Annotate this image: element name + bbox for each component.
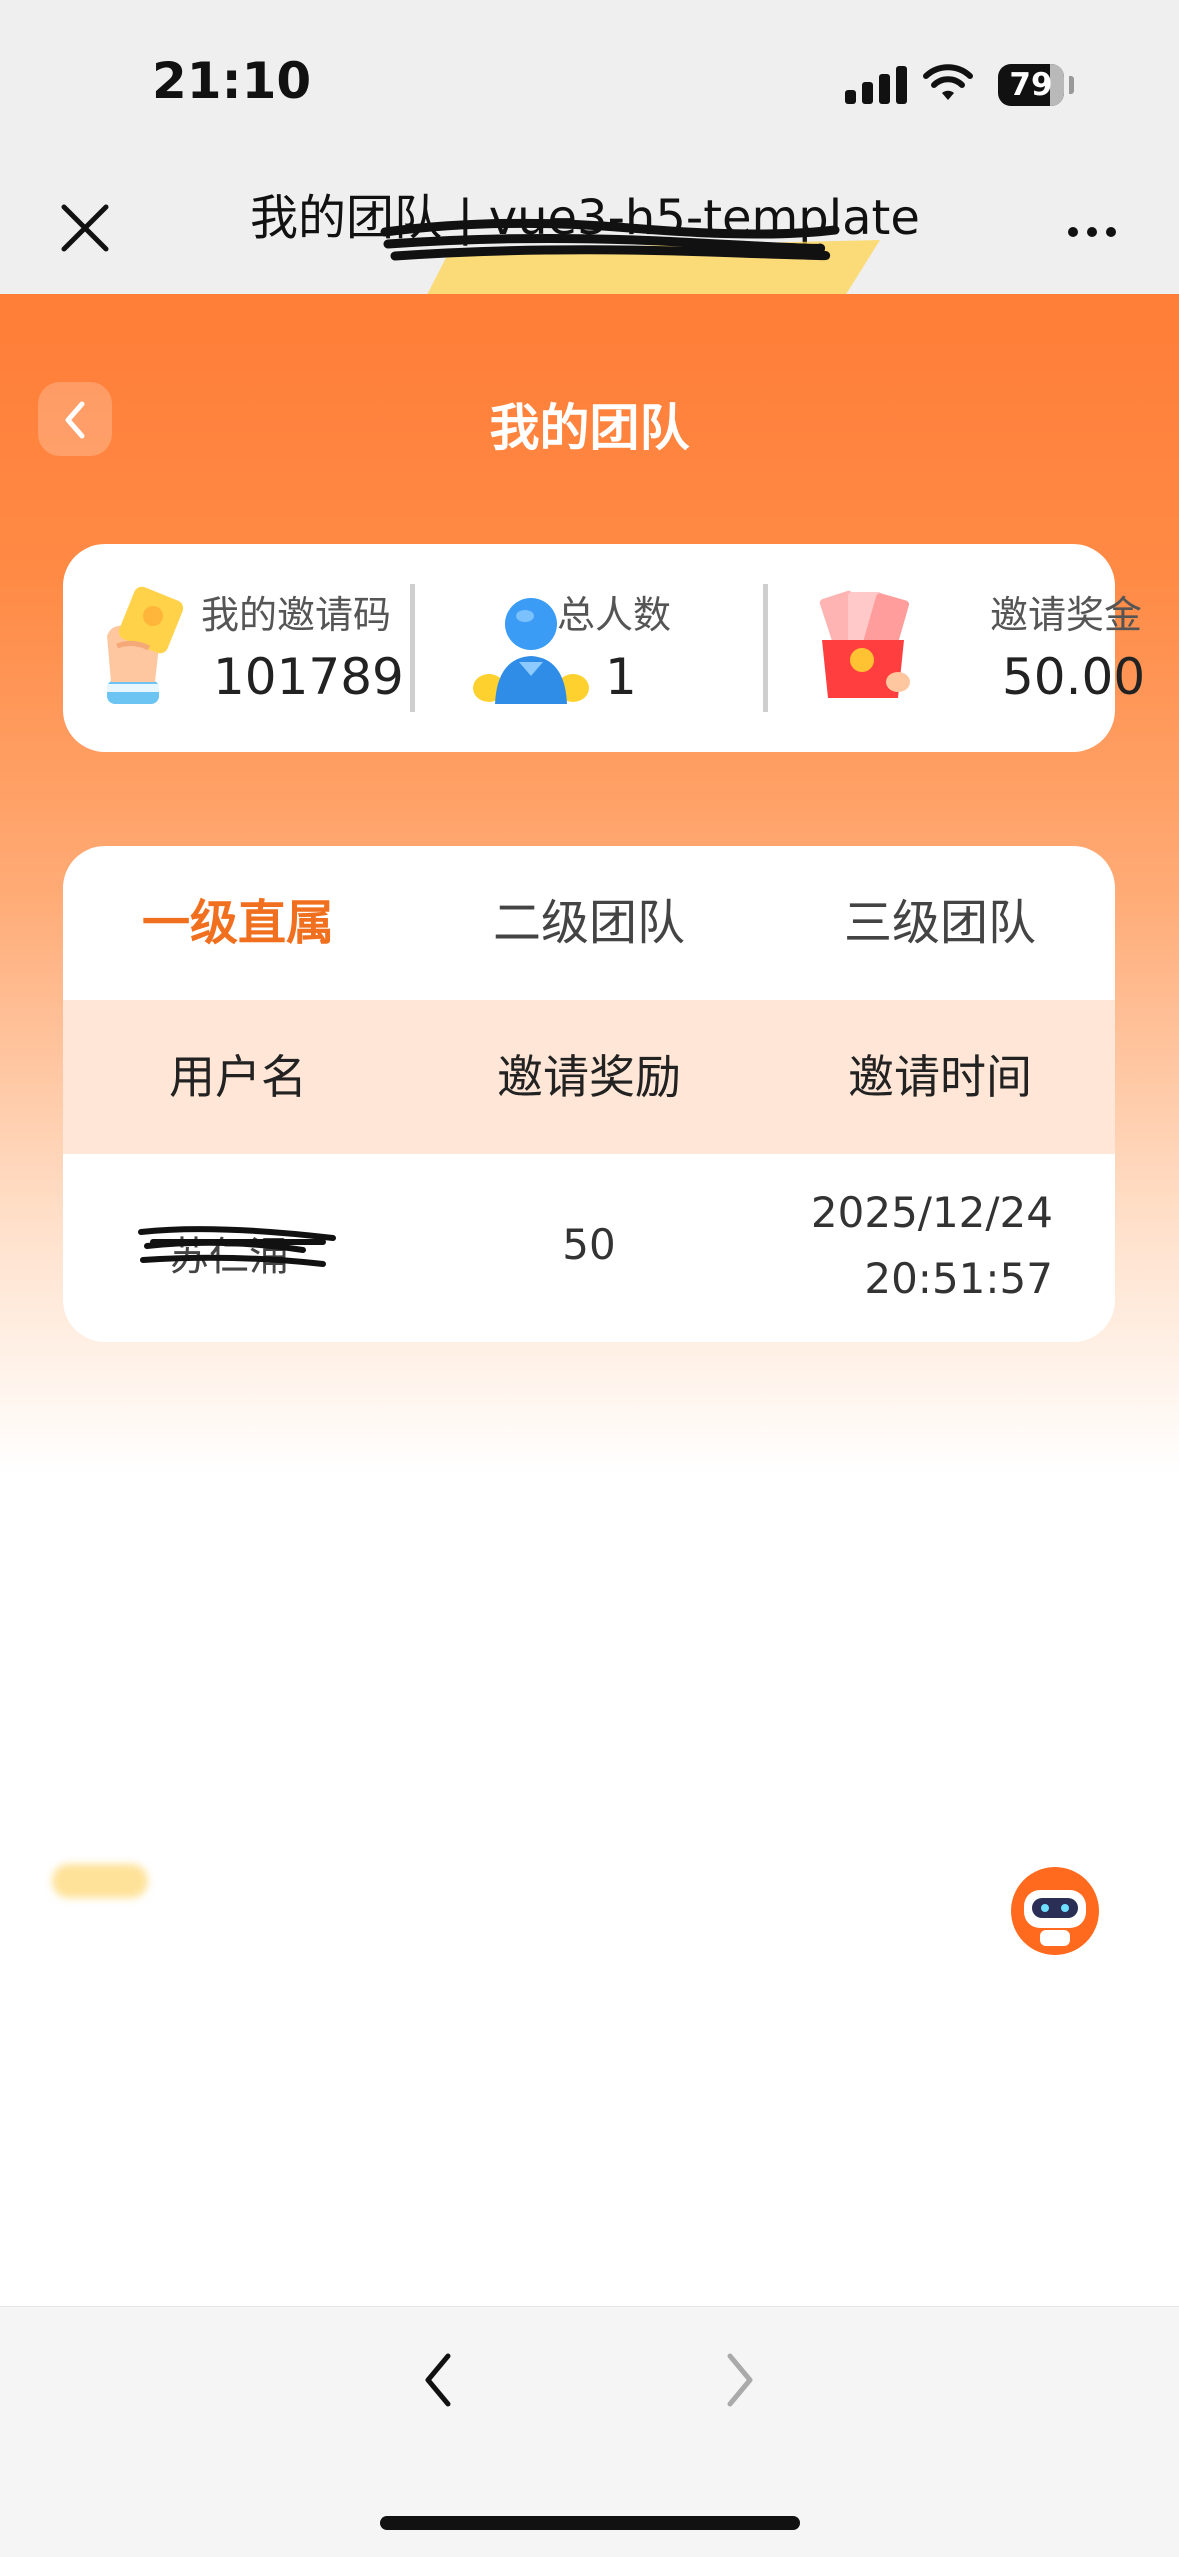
- hand-card-icon: [107, 586, 183, 704]
- tab-level-3[interactable]: 三级团队: [765, 846, 1115, 1000]
- stat-label: 总人数: [557, 593, 672, 637]
- level-tabs: 一级直属 二级团队 三级团队: [63, 846, 1115, 1000]
- battery-icon: 79: [998, 64, 1064, 106]
- stat-invite-code: 我的邀请码 101789: [63, 544, 404, 752]
- tab-level-1[interactable]: 一级直属: [63, 846, 413, 1000]
- home-indicator: [380, 2516, 800, 2530]
- browser-forward-icon[interactable]: [720, 2350, 760, 2410]
- customer-service-robot-icon[interactable]: [1008, 1864, 1102, 1958]
- status-bar: 21:10 79: [0, 0, 1179, 170]
- cellular-signal-icon: [845, 66, 913, 104]
- battery-level: 79: [1009, 67, 1053, 103]
- wifi-icon: [923, 64, 973, 100]
- stat-label: 我的邀请码: [201, 593, 392, 637]
- stat-value: 50.00: [1002, 648, 1146, 706]
- more-options-icon[interactable]: [1068, 222, 1125, 241]
- column-header-time: 邀请时间: [848, 1050, 1032, 1104]
- battery-tip: [1069, 76, 1074, 94]
- team-card: 一级直属 二级团队 三级团队 用户名 邀请奖励 邀请时间 苏仁涌 50 2025…: [63, 846, 1115, 1342]
- column-header-reward: 邀请奖励: [497, 1050, 681, 1104]
- red-envelope-icon: [819, 590, 910, 698]
- stat-invite-bonus: 邀请奖金 50.00: [768, 544, 1145, 752]
- browser-back-icon[interactable]: [418, 2350, 458, 2410]
- invite-date: 2025/12/24: [810, 1188, 1053, 1237]
- tab-level-2[interactable]: 二级团队: [414, 846, 764, 1000]
- stat-total-people: 总人数 1: [415, 544, 765, 752]
- invite-time: 20:51:57: [864, 1254, 1053, 1303]
- table-row: 苏仁涌 50 2025/12/24 20:51:57: [63, 1154, 1115, 1342]
- redaction-smudge: [52, 1864, 148, 1898]
- column-header-username: 用户名: [169, 1050, 307, 1104]
- stat-value: 101789: [213, 648, 404, 706]
- table-header: 用户名 邀请奖励 邀请时间: [63, 1000, 1115, 1154]
- close-icon[interactable]: [60, 203, 110, 253]
- page-title: 我的团队: [489, 399, 690, 457]
- redaction-scribble: [380, 218, 840, 261]
- stat-label: 邀请奖金: [990, 593, 1143, 637]
- stats-card: 我的邀请码 101789 总人数 1 邀请奖金 50.00: [63, 544, 1145, 752]
- stat-value: 1: [605, 648, 637, 706]
- status-time: 21:10: [152, 52, 312, 110]
